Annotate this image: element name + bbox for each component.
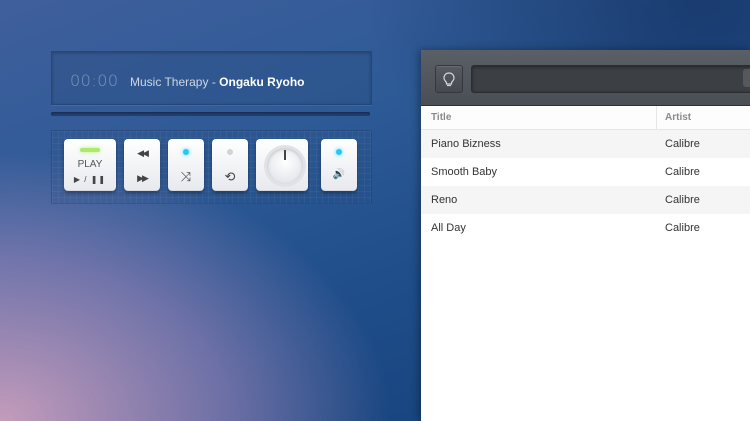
cell-artist: Calibre xyxy=(665,194,700,206)
search-input[interactable] xyxy=(472,66,750,92)
cell-title: Smooth Baby xyxy=(431,166,498,178)
cell-title: All Day xyxy=(431,222,466,234)
speaker-icon: 🔊 xyxy=(332,169,346,180)
track-info: Music Therapy - Ongaku Ryoho xyxy=(130,75,305,89)
track-artist: Ongaku Ryoho xyxy=(219,75,305,89)
table-row[interactable]: Reno Calibre xyxy=(421,186,750,214)
playlist-window: Title Artist Piano Bizness Calibre Smoot… xyxy=(421,50,750,421)
table-row[interactable]: Smooth Baby Calibre xyxy=(421,158,750,186)
play-label: PLAY xyxy=(77,159,103,170)
table-row[interactable]: All Day Calibre xyxy=(421,214,750,242)
previous-track-icon[interactable]: ◀◀ xyxy=(124,148,160,159)
volume-knob[interactable] xyxy=(256,139,308,191)
repeat-button[interactable]: ⟲ xyxy=(212,139,248,191)
repeat-led xyxy=(227,149,233,155)
play-pause-icon: ▶ / ❚❚ xyxy=(73,175,107,184)
column-header-title[interactable]: Title xyxy=(431,106,451,129)
table-body: Piano Bizness Calibre Smooth Baby Calibr… xyxy=(421,130,750,242)
play-pause-button[interactable]: PLAY ▶ / ❚❚ xyxy=(64,139,116,191)
lightbulb-icon xyxy=(443,71,455,86)
volume-button[interactable]: 🔊 xyxy=(321,139,357,191)
cell-artist: Calibre xyxy=(665,222,700,234)
repeat-icon: ⟲ xyxy=(224,169,236,184)
skip-buttons: ◀◀ ▶▶ xyxy=(124,139,160,191)
shuffle-icon: ⤨ xyxy=(180,169,192,184)
table-row[interactable]: Piano Bizness Calibre xyxy=(421,130,750,158)
table-header: Title Artist xyxy=(421,106,750,130)
lightbulb-button[interactable] xyxy=(435,65,463,93)
now-playing-panel: 00:00 Music Therapy - Ongaku Ryoho xyxy=(51,51,372,105)
cell-title: Reno xyxy=(431,194,458,206)
next-track-icon[interactable]: ▶▶ xyxy=(124,173,160,184)
cell-artist: Calibre xyxy=(665,166,700,178)
progress-bar[interactable] xyxy=(51,112,370,116)
shuffle-led xyxy=(183,149,189,155)
knob-indicator xyxy=(284,150,286,160)
elapsed-time: 00:00 xyxy=(70,71,119,90)
volume-led xyxy=(336,149,342,155)
play-indicator-led xyxy=(80,148,100,152)
column-header-artist[interactable]: Artist xyxy=(656,106,691,129)
knob-dial[interactable] xyxy=(264,145,306,187)
track-table: Title Artist Piano Bizness Calibre Smoot… xyxy=(421,106,750,242)
track-title: Music Therapy xyxy=(130,75,209,89)
cell-artist: Calibre xyxy=(665,138,700,150)
search-field[interactable] xyxy=(471,65,750,93)
track-separator: - xyxy=(208,75,220,89)
toolbar xyxy=(421,50,750,106)
shuffle-button[interactable]: ⤨ xyxy=(168,139,204,191)
search-field-end xyxy=(743,69,750,87)
cell-title: Piano Bizness xyxy=(431,138,501,150)
